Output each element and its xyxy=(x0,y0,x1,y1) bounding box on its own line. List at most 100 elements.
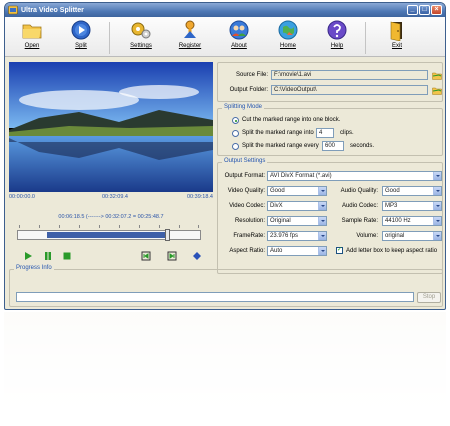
time-end: 00:39:18.4 xyxy=(187,194,213,200)
output-folder-field[interactable]: C:\VideoOutput\ xyxy=(271,85,428,95)
video-quality-label: Video Quality: xyxy=(227,188,265,194)
audio-quality-select[interactable]: Good xyxy=(382,186,442,196)
toolbar-separator xyxy=(365,22,366,54)
about-button[interactable]: About xyxy=(220,19,258,49)
marked-range-text: 00:06:18.5 (-------> 00:32:07.2 = 00:25:… xyxy=(58,214,164,220)
source-file-label: Source File: xyxy=(235,72,268,78)
letterbox-label: Add letter box to keep aspect ratio xyxy=(346,248,438,254)
letterbox-checkbox[interactable]: ✓ xyxy=(336,247,343,254)
radio-cut-one-block[interactable] xyxy=(232,117,239,124)
audio-codec-select[interactable]: MP3 xyxy=(382,201,442,211)
split-button[interactable]: Split xyxy=(62,19,100,49)
split-label: Split xyxy=(75,43,87,49)
clip-count-input[interactable]: 4 xyxy=(316,128,334,138)
dropdown-arrow-icon[interactable] xyxy=(318,247,326,255)
aspect-ratio-label: Aspect Ratio: xyxy=(229,248,265,254)
playback-controls xyxy=(9,251,213,263)
dropdown-arrow-icon[interactable] xyxy=(433,187,441,195)
app-icon xyxy=(8,5,18,15)
stop-icon[interactable] xyxy=(62,251,72,261)
exit-button[interactable]: Exit xyxy=(378,19,416,49)
cut-one-block-label: Cut the marked range into one block. xyxy=(242,117,341,123)
help-icon xyxy=(327,20,347,40)
register-key-icon xyxy=(184,20,196,38)
radio-split-every-seconds[interactable] xyxy=(232,143,239,150)
output-format-label: Output Format: xyxy=(224,173,265,179)
seconds-input[interactable]: 600 xyxy=(322,141,344,151)
source-file-field[interactable]: F:\movie\1.avi xyxy=(271,70,428,80)
minimize-button[interactable]: _ xyxy=(407,5,418,15)
play-icon[interactable] xyxy=(23,251,33,261)
output-settings-panel: Output Settings Output Format: AVI DivX … xyxy=(217,158,443,274)
browse-output-folder-icon[interactable] xyxy=(432,86,442,95)
help-button[interactable]: Help xyxy=(318,19,356,49)
split-into-label: Split the marked range into xyxy=(242,130,314,136)
resolution-select[interactable]: Original xyxy=(267,216,327,226)
video-codec-label: Video Codec: xyxy=(229,203,265,209)
home-label: Home xyxy=(279,43,296,49)
main-content: 00:00:00.0 00:32:09.4 00:39:18.4 00:06:1… xyxy=(5,58,445,286)
dropdown-arrow-icon[interactable] xyxy=(318,217,326,225)
dropdown-arrow-icon[interactable] xyxy=(433,202,441,210)
help-label: Help xyxy=(330,43,344,49)
video-quality-select[interactable]: Good xyxy=(267,186,327,196)
sample-rate-label: Sample Rate: xyxy=(341,218,378,224)
dropdown-arrow-icon[interactable] xyxy=(433,217,441,225)
open-button[interactable]: Open xyxy=(13,19,51,49)
maximize-button[interactable]: □ xyxy=(419,5,430,15)
settings-gear-icon xyxy=(131,22,151,39)
goto-marker-icon[interactable] xyxy=(192,251,202,261)
video-codec-select[interactable]: DivX xyxy=(267,201,327,211)
output-folder-label: Output Folder: xyxy=(229,87,268,93)
video-frame-image xyxy=(9,62,213,192)
timeline-slider[interactable] xyxy=(17,229,201,241)
framerate-select[interactable]: 23.976 fps xyxy=(267,231,327,241)
audio-codec-label: Audio Codec: xyxy=(341,203,378,209)
resolution-label: Resolution: xyxy=(234,218,265,224)
radio-split-into-clips[interactable] xyxy=(232,130,239,137)
browse-source-folder-icon[interactable] xyxy=(432,71,442,80)
main-window: Ultra Video Splitter _ □ × Open Split Se… xyxy=(4,2,446,310)
progress-info-title: Progress Info xyxy=(14,265,54,271)
stop-button[interactable]: Stop xyxy=(417,292,441,303)
home-globe-icon xyxy=(278,20,298,40)
range-end-handle[interactable] xyxy=(165,229,171,241)
settings-button[interactable]: Settings xyxy=(122,19,160,49)
open-label: Open xyxy=(24,43,40,49)
reflection-fade xyxy=(0,312,450,426)
aspect-ratio-select[interactable]: Auto xyxy=(267,246,327,256)
about-people-icon xyxy=(229,20,249,40)
dropdown-arrow-icon[interactable] xyxy=(318,232,326,240)
seconds-label: seconds. xyxy=(350,143,375,149)
pause-icon[interactable] xyxy=(43,251,53,261)
dropdown-arrow-icon[interactable] xyxy=(318,187,326,195)
output-settings-title: Output Settings xyxy=(222,158,268,164)
split-icon xyxy=(71,20,91,40)
title-bar[interactable]: Ultra Video Splitter _ □ × xyxy=(5,3,445,17)
about-label: About xyxy=(231,43,247,49)
window-title: Ultra Video Splitter xyxy=(21,6,84,14)
dropdown-arrow-icon[interactable] xyxy=(318,202,326,210)
volume-select[interactable]: original xyxy=(382,231,442,241)
dropdown-arrow-icon[interactable] xyxy=(433,172,441,180)
mark-start-icon[interactable] xyxy=(141,251,151,261)
progress-bar xyxy=(16,292,414,302)
timeline-ticks xyxy=(19,225,199,229)
close-button[interactable]: × xyxy=(431,5,442,15)
dropdown-arrow-icon[interactable] xyxy=(433,232,441,240)
split-every-label: Split the marked range every xyxy=(242,143,319,149)
toolbar-separator xyxy=(109,22,110,54)
output-format-select[interactable]: AVI DivX Format (*.avi) xyxy=(267,171,442,181)
home-button[interactable]: Home xyxy=(269,19,307,49)
exit-label: Exit xyxy=(391,43,402,49)
mark-end-icon[interactable] xyxy=(167,251,177,261)
progress-info-panel: Progress Info Stop xyxy=(9,265,443,307)
video-preview xyxy=(9,62,213,192)
register-button[interactable]: Register xyxy=(171,19,209,49)
files-panel: Source File: F:\movie\1.avi Output Folde… xyxy=(217,62,443,102)
splitting-mode-title: Splitting Mode xyxy=(222,104,265,110)
toolbar: Open Split Settings Register About Home … xyxy=(5,17,445,57)
register-label: Register xyxy=(178,43,202,49)
time-start: 00:00:00.0 xyxy=(9,194,35,200)
sample-rate-select[interactable]: 44100 Hz xyxy=(382,216,442,226)
